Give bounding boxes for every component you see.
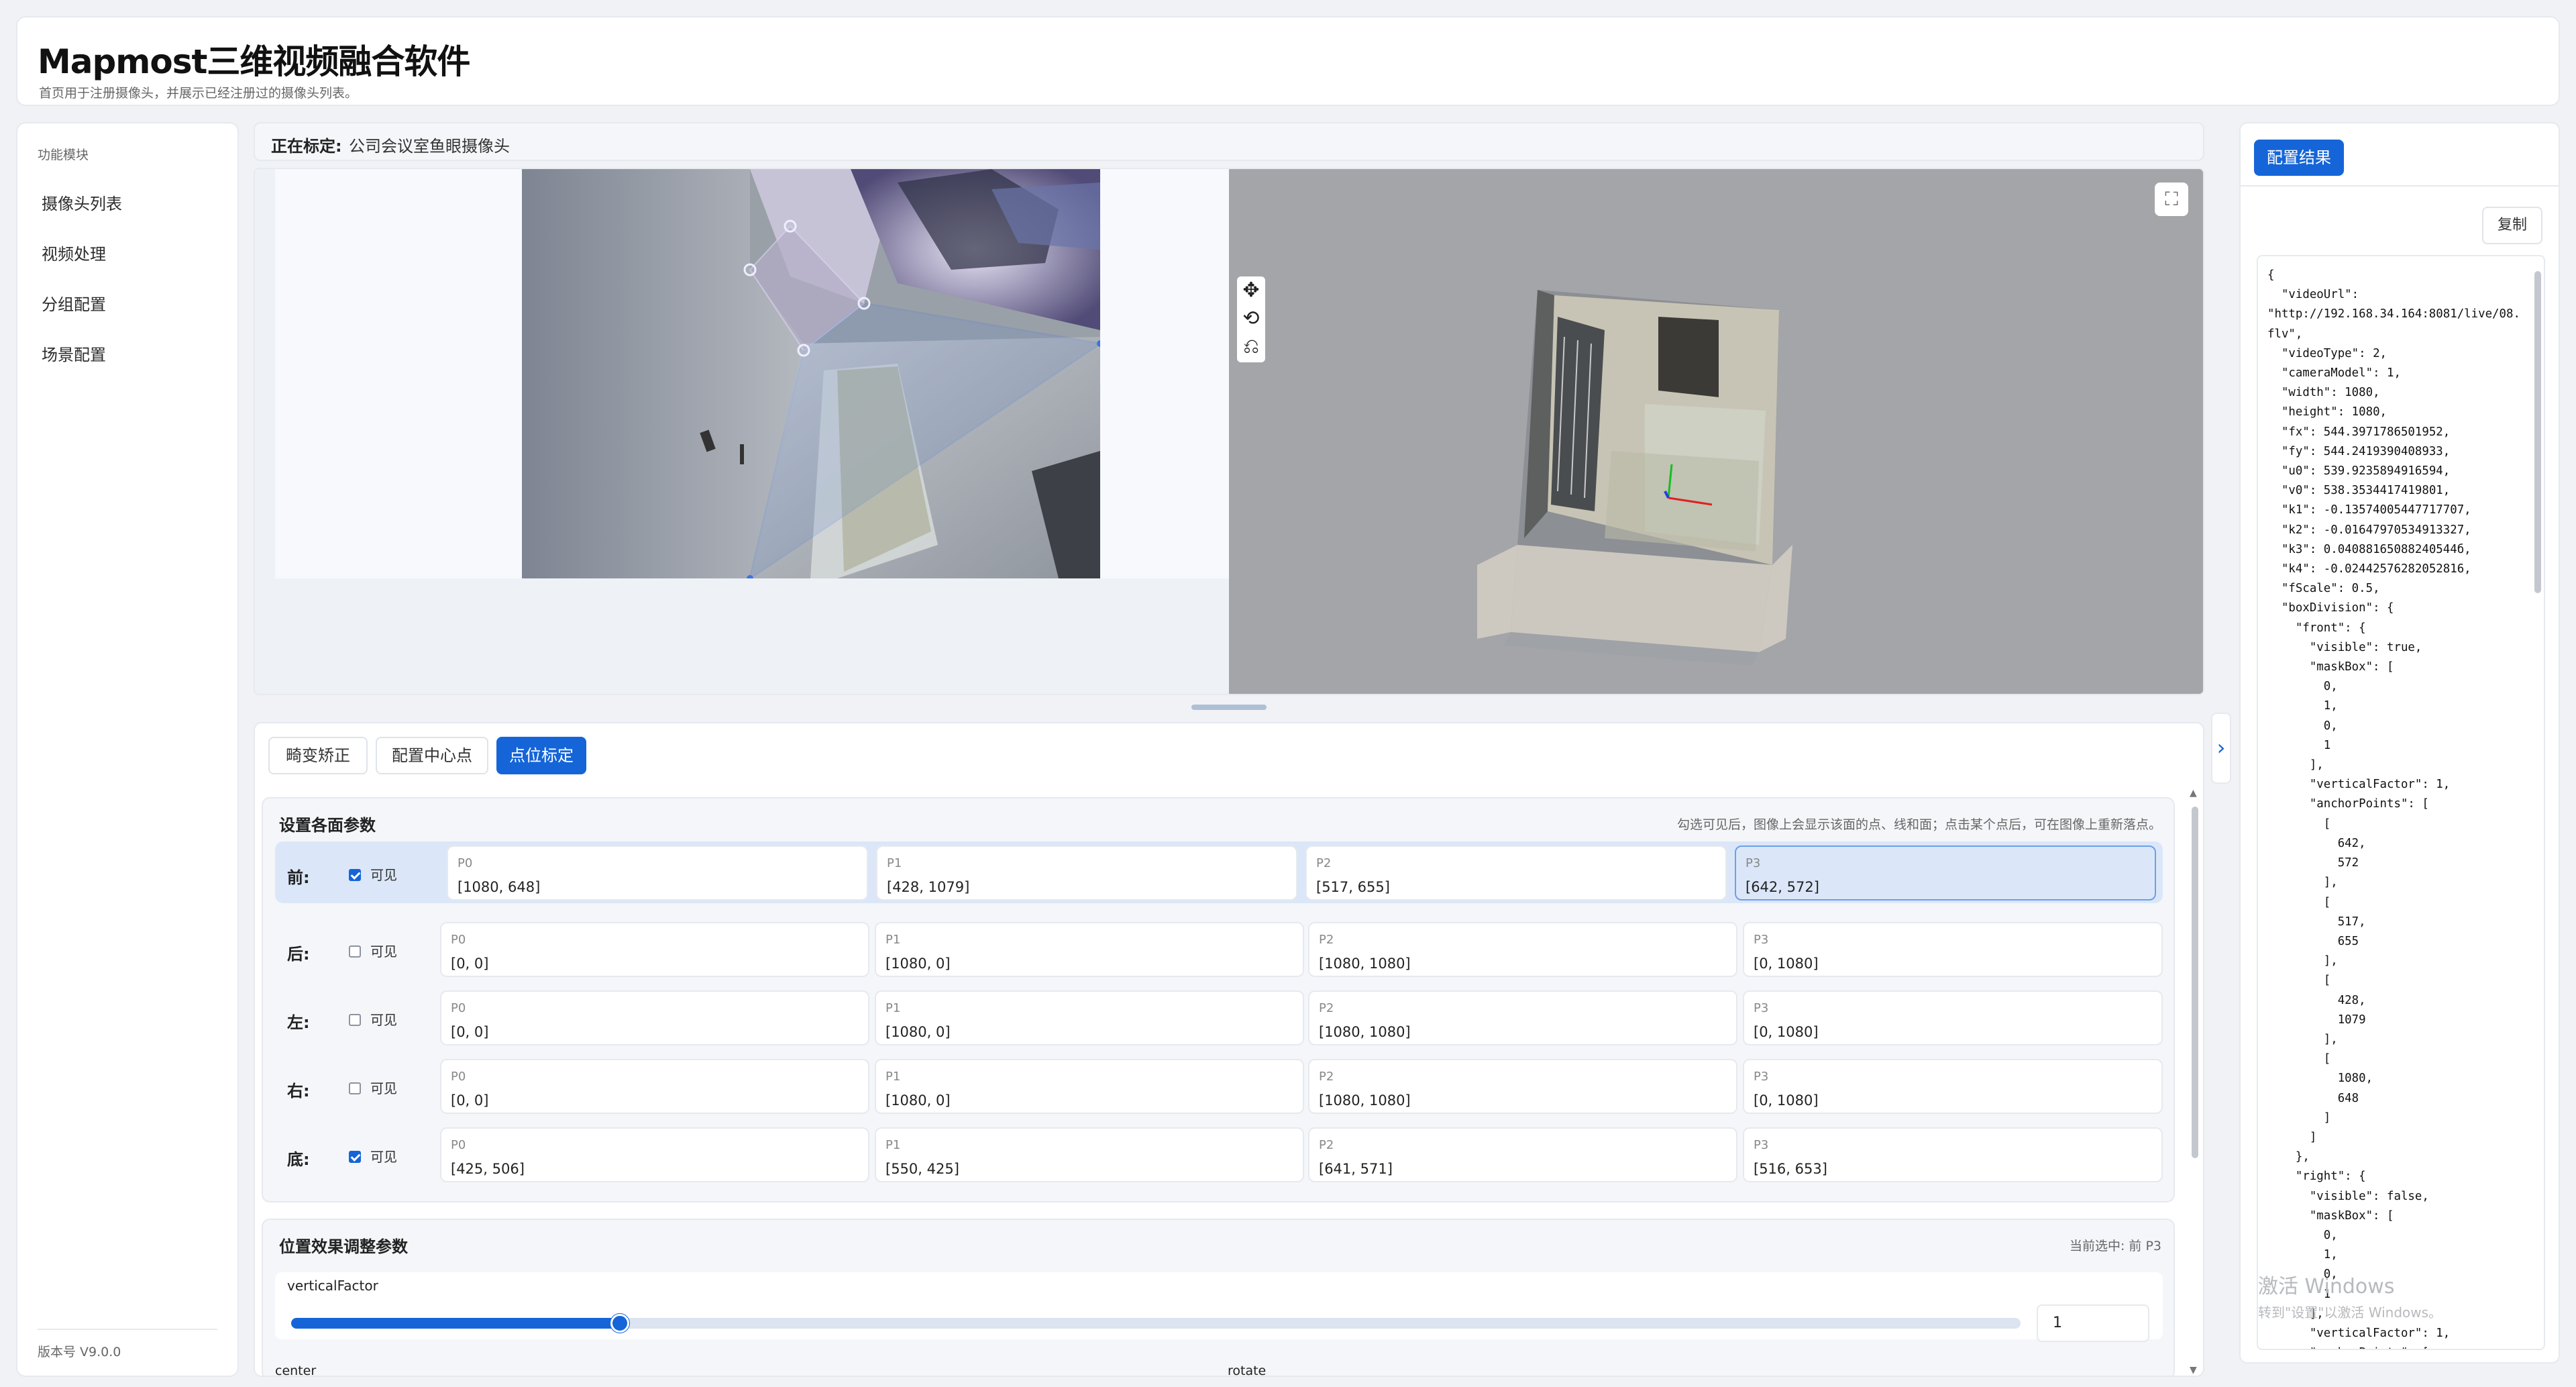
slider-fill <box>291 1318 620 1329</box>
point-field[interactable]: P3 [516, 653] <box>1743 1127 2163 1182</box>
faces-card-title: 设置各面参数 <box>279 816 376 835</box>
vertical-factor-control: verticalFactor 1 <box>275 1272 2163 1342</box>
fullscreen-button[interactable]: ⛶ <box>2155 183 2188 216</box>
json-scroll-thumb[interactable] <box>2534 271 2541 593</box>
point-field[interactable]: P1 [1080, 0] <box>875 1059 1304 1114</box>
face-row-bottom: 底: 可见 P0 [425, 506] P1 [550, 425] P2 [641, … <box>275 1123 2163 1185</box>
calibration-bar: 正在标定: 公司会议室鱼眼摄像头 <box>254 122 2204 161</box>
point-field[interactable]: P0 [0, 0] <box>440 922 869 977</box>
point-field[interactable]: P2 [1080, 1080] <box>1308 922 1737 977</box>
point-field[interactable]: P0 [1080, 648] <box>447 845 868 901</box>
parameter-panel: 畸变矫正 配置中心点 点位标定 设置各面参数 勾选可见后，图像上会显示该面的点、… <box>254 722 2204 1377</box>
tab-distortion-correction[interactable]: 畸变矫正 <box>268 737 368 774</box>
face-row-back: 后: 可见 P0 [0, 0] P1 [1080, 0] P2 [1080, 1080… <box>275 918 2163 980</box>
3d-room-model[interactable] <box>1477 290 1826 666</box>
current-selection: 当前选中: 前 P3 <box>2069 1239 2161 1253</box>
checkbox-unchecked-icon <box>349 945 361 958</box>
point-field[interactable]: P2 [1080, 1080] <box>1308 1059 1737 1114</box>
config-json-text: { "videoUrl": "http://192.168.34.164:808… <box>2267 268 2520 1349</box>
point-field[interactable]: P1 [428, 1079] <box>876 845 1297 901</box>
scroll-thumb[interactable] <box>2192 807 2198 1158</box>
checkbox-unchecked-icon <box>349 1082 361 1094</box>
vertical-factor-slider[interactable] <box>291 1314 2021 1333</box>
expand-icon: ⛶ <box>2165 188 2178 210</box>
sidebar-item-camera-list[interactable]: 摄像头列表 <box>42 191 122 214</box>
point-field[interactable]: P3 [0, 1080] <box>1743 922 2163 977</box>
windows-activation-watermark: 激活 Windows 转到"设置"以激活 Windows。 <box>2258 1275 2443 1321</box>
scroll-up-icon[interactable]: ▲ <box>2190 788 2197 799</box>
reset-icon[interactable]: ⎌ <box>1237 333 1265 361</box>
point-field[interactable]: P1 [550, 425] <box>875 1127 1304 1182</box>
point-field[interactable]: P2 [1080, 1080] <box>1308 990 1737 1045</box>
vertical-factor-input[interactable]: 1 <box>2037 1304 2149 1342</box>
collapse-right-panel-button[interactable]: › <box>2211 713 2231 784</box>
calibration-camera-name: 公司会议室鱼眼摄像头 <box>349 137 510 156</box>
point-field[interactable]: P2 [517, 655] <box>1305 845 1727 901</box>
face-label: 前: <box>287 868 310 887</box>
chevron-right-icon: › <box>2216 735 2226 760</box>
point-field[interactable]: P1 [1080, 0] <box>875 990 1304 1045</box>
fisheye-image[interactable] <box>522 169 1100 578</box>
tab-config-center[interactable]: 配置中心点 <box>376 737 488 774</box>
3d-view[interactable]: ✥ ⟲ ⎌ ⛶ <box>1229 169 2203 694</box>
face-label: 右: <box>287 1082 310 1100</box>
point-field[interactable]: P3 [0, 1080] <box>1743 990 2163 1045</box>
sidebar-item-video-processing[interactable]: 视频处理 <box>42 241 106 264</box>
checkbox-checked-icon <box>349 1150 361 1163</box>
sidebar-item-scene-config[interactable]: 场景配置 <box>42 342 106 365</box>
slider-thumb[interactable] <box>610 1314 629 1333</box>
rotate-icon[interactable]: ⟲ <box>1237 305 1265 333</box>
face-row-front: 前: 可见 P0 [1080, 648] P1 [428, 1079] P2 [517… <box>275 841 2163 903</box>
point-field[interactable]: P0 [425, 506] <box>440 1127 869 1182</box>
point-field[interactable]: P0 [0, 0] <box>440 1059 869 1114</box>
scroll-down-icon[interactable]: ▼ <box>2190 1365 2197 1376</box>
calibration-label: 正在标定: <box>271 137 342 156</box>
face-label: 底: <box>287 1150 310 1169</box>
config-json-viewer[interactable]: { "videoUrl": "http://192.168.34.164:808… <box>2257 255 2545 1350</box>
sidebar-item-group-config[interactable]: 分组配置 <box>42 291 106 315</box>
app-subtitle: 首页用于注册摄像头，并展示已经注册过的摄像头列表。 <box>39 86 358 101</box>
tab-config-result[interactable]: 配置结果 <box>2254 140 2344 176</box>
copy-button[interactable]: 复制 <box>2482 207 2542 244</box>
rotate-label: rotate <box>1228 1364 1267 1377</box>
version-label: 版本号 V9.0.0 <box>38 1345 121 1359</box>
point-field[interactable]: P0 [0, 0] <box>440 990 869 1045</box>
move-icon[interactable]: ✥ <box>1237 276 1265 305</box>
visible-checkbox[interactable]: 可见 <box>349 864 397 884</box>
panel-resize-handle[interactable] <box>1191 705 1267 710</box>
point-field-selected[interactable]: P3 [642, 572] <box>1735 845 2156 901</box>
panel-scrollbar[interactable]: ▲ ▼ <box>2190 788 2199 1376</box>
visible-checkbox[interactable]: 可见 <box>349 1009 397 1029</box>
slider-label: verticalFactor <box>287 1278 378 1294</box>
sidebar: 功能模块 摄像头列表 视频处理 分组配置 场景配置 版本号 V9.0.0 <box>16 122 239 1377</box>
visible-checkbox[interactable]: 可见 <box>349 1146 397 1166</box>
visible-checkbox[interactable]: 可见 <box>349 1078 397 1097</box>
position-card-title: 位置效果调整参数 <box>279 1237 408 1256</box>
face-label: 左: <box>287 1013 310 1032</box>
faces-card: 设置各面参数 勾选可见后，图像上会显示该面的点、线和面；点击某个点后，可在图像上… <box>262 797 2175 1202</box>
face-row-left: 左: 可见 P0 [0, 0] P1 [1080, 0] P2 [1080, 1080… <box>275 986 2163 1048</box>
position-card: 位置效果调整参数 当前选中: 前 P3 verticalFactor 1 <box>262 1219 2175 1376</box>
checkbox-checked-icon <box>349 868 361 881</box>
checkbox-unchecked-icon <box>349 1013 361 1026</box>
sidebar-divider <box>38 1329 217 1330</box>
face-row-right: 右: 可见 P0 [0, 0] P1 [1080, 0] P2 [1080, 1080… <box>275 1055 2163 1117</box>
panel-divider <box>2241 185 2559 187</box>
app-title: Mapmost三维视频融合软件 <box>38 42 470 81</box>
point-field[interactable]: P2 [641, 571] <box>1308 1127 1737 1182</box>
point-field[interactable]: P1 [1080, 0] <box>875 922 1304 977</box>
app-header: Mapmost三维视频融合软件 首页用于注册摄像头，并展示已经注册过的摄像头列表… <box>16 16 2560 106</box>
face-label: 后: <box>287 945 310 964</box>
fisheye-view[interactable] <box>255 169 1229 694</box>
config-result-panel: 配置结果 复制 { "videoUrl": "http://192.168.34… <box>2239 122 2560 1364</box>
visible-checkbox[interactable]: 可见 <box>349 941 397 960</box>
point-field[interactable]: P3 [0, 1080] <box>1743 1059 2163 1114</box>
viewer-area: ✥ ⟲ ⎌ ⛶ <box>254 168 2204 695</box>
tab-point-calibration[interactable]: 点位标定 <box>496 737 586 774</box>
faces-card-hint: 勾选可见后，图像上会显示该面的点、线和面；点击某个点后，可在图像上重新落点。 <box>1676 817 2161 832</box>
center-label: center <box>275 1364 317 1377</box>
sidebar-title: 功能模块 <box>38 148 89 162</box>
view-toolstrip: ✥ ⟲ ⎌ <box>1237 276 1265 362</box>
